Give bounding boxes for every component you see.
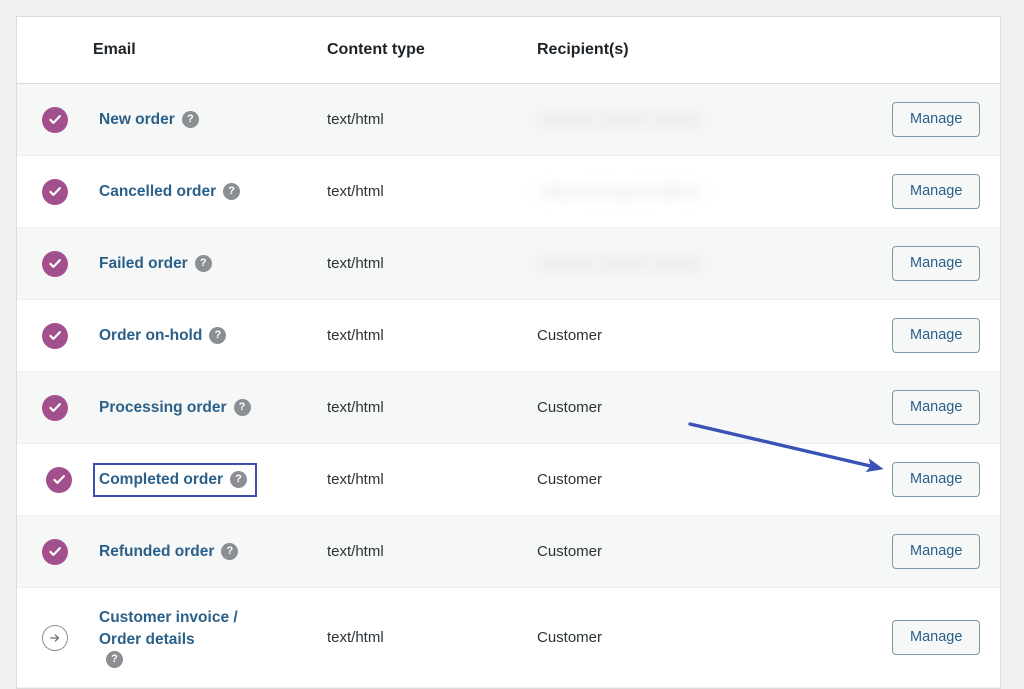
row-status-cell: [17, 516, 93, 588]
email-notifications-card: Email Content type Recipient(s): [16, 16, 1001, 689]
check-circle-icon: [46, 467, 72, 493]
help-icon[interactable]: ?: [209, 327, 226, 344]
row-recipients: Customer: [537, 444, 892, 516]
column-header-content-type: Content type: [327, 17, 537, 84]
table-row[interactable]: Cancelled order? text/html redacted reci…: [17, 156, 1001, 228]
row-content-type: text/html: [327, 228, 537, 300]
table-row[interactable]: New order? text/html redacted recipient …: [17, 84, 1001, 156]
focus-outline: Completed order?: [93, 463, 257, 497]
manage-button[interactable]: Manage: [892, 102, 980, 137]
redacted-recipient: redacted recipient address: [537, 254, 892, 272]
row-email-cell: Customer invoice / Order details?: [93, 588, 327, 688]
row-email-cell: Refunded order?: [93, 516, 327, 588]
table-body: New order? text/html redacted recipient …: [17, 84, 1001, 688]
row-email-cell: Cancelled order?: [93, 156, 327, 228]
row-email-cell: Order on-hold?: [93, 300, 327, 372]
help-icon[interactable]: ?: [182, 111, 199, 128]
manage-button[interactable]: Manage: [892, 390, 980, 425]
row-actions: Manage: [892, 156, 1001, 228]
row-actions: Manage: [892, 228, 1001, 300]
column-header-status: [17, 17, 93, 84]
column-header-recipients: Recipient(s): [537, 17, 892, 84]
manage-button[interactable]: Manage: [892, 620, 980, 655]
row-recipients: Customer: [537, 516, 892, 588]
help-icon[interactable]: ?: [230, 471, 247, 488]
row-email-cell: Processing order?: [93, 372, 327, 444]
check-circle-icon: [42, 395, 68, 421]
row-content-type: text/html: [327, 372, 537, 444]
table-row[interactable]: Customer invoice / Order details? text/h…: [17, 588, 1001, 688]
row-content-type: text/html: [327, 588, 537, 688]
row-status-cell: [17, 444, 93, 516]
manage-button[interactable]: Manage: [892, 174, 980, 209]
row-email-cell: Failed order?: [93, 228, 327, 300]
row-status-cell: [17, 228, 93, 300]
row-email-cell: Completed order?: [93, 444, 327, 516]
row-recipients: Customer: [537, 588, 892, 688]
row-recipients: redacted recipient address: [537, 228, 892, 300]
email-link[interactable]: New order: [99, 111, 175, 128]
table-row[interactable]: Order on-hold? text/html Customer Manage: [17, 300, 1001, 372]
email-link[interactable]: Cancelled order: [99, 183, 216, 200]
row-email-cell: New order?: [93, 84, 327, 156]
row-content-type: text/html: [327, 516, 537, 588]
email-link[interactable]: Failed order: [99, 255, 188, 272]
help-icon[interactable]: ?: [106, 651, 123, 668]
email-link[interactable]: Order on-hold: [99, 327, 202, 344]
email-link-line1[interactable]: Customer invoice /: [99, 607, 238, 629]
manage-button[interactable]: Manage: [892, 246, 980, 281]
email-link-line2[interactable]: Order details: [99, 629, 238, 651]
row-content-type: text/html: [327, 444, 537, 516]
row-actions: Manage: [892, 516, 1001, 588]
row-recipients: redacted recipient address: [537, 84, 892, 156]
table-header: Email Content type Recipient(s): [17, 17, 1001, 84]
row-content-type: text/html: [327, 300, 537, 372]
row-status-cell: [17, 84, 93, 156]
redacted-recipient: redacted recipient address: [537, 110, 892, 128]
check-circle-icon: [42, 179, 68, 205]
email-link[interactable]: Processing order: [99, 399, 227, 416]
help-icon[interactable]: ?: [221, 543, 238, 560]
row-actions: Manage: [892, 300, 1001, 372]
help-icon[interactable]: ?: [234, 399, 251, 416]
row-actions: Manage: [892, 588, 1001, 688]
row-recipients: redacted recipient address: [537, 156, 892, 228]
help-icon[interactable]: ?: [223, 183, 240, 200]
table-row[interactable]: Refunded order? text/html Customer Manag…: [17, 516, 1001, 588]
row-actions: Manage: [892, 84, 1001, 156]
column-header-actions: [892, 17, 1001, 84]
row-actions: Manage: [892, 444, 1001, 516]
redacted-recipient: redacted recipient address: [537, 182, 892, 200]
table-header-row: Email Content type Recipient(s): [17, 17, 1001, 84]
table-row[interactable]: Failed order? text/html redacted recipie…: [17, 228, 1001, 300]
row-status-cell: [17, 300, 93, 372]
check-circle-icon: [42, 107, 68, 133]
manage-button[interactable]: Manage: [892, 318, 980, 353]
row-status-cell: [17, 156, 93, 228]
column-header-email: Email: [93, 17, 327, 84]
check-circle-icon: [42, 323, 68, 349]
row-recipients: Customer: [537, 300, 892, 372]
row-content-type: text/html: [327, 84, 537, 156]
row-actions: Manage: [892, 372, 1001, 444]
email-link[interactable]: Completed order: [99, 471, 223, 488]
check-circle-icon: [42, 539, 68, 565]
arrow-circle-icon: [42, 625, 68, 651]
manage-button-completed-order[interactable]: Manage: [892, 462, 980, 497]
manage-button[interactable]: Manage: [892, 534, 980, 569]
row-recipients: Customer: [537, 372, 892, 444]
table-row-completed-order[interactable]: Completed order? text/html Customer Mana…: [17, 444, 1001, 516]
row-status-cell: [17, 372, 93, 444]
email-link[interactable]: Refunded order: [99, 543, 214, 560]
table-row[interactable]: Processing order? text/html Customer Man…: [17, 372, 1001, 444]
email-notifications-table: Email Content type Recipient(s): [17, 17, 1001, 688]
help-icon[interactable]: ?: [195, 255, 212, 272]
row-status-cell: [17, 588, 93, 688]
check-circle-icon: [42, 251, 68, 277]
row-content-type: text/html: [327, 156, 537, 228]
